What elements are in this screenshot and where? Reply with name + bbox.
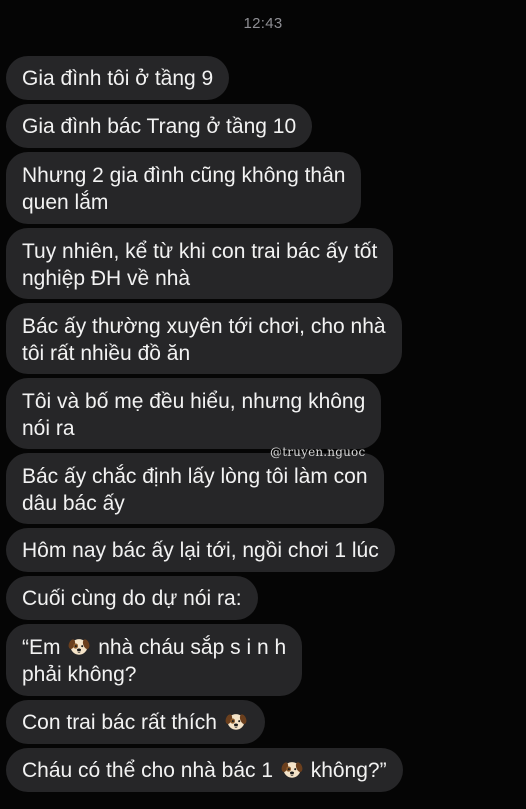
message-timestamp: 12:43 — [243, 15, 283, 32]
message-text: Nhưng 2 gia đình cũng không thân — [22, 164, 346, 187]
message-bubble[interactable]: Tôi và bố mẹ đều hiểu, nhưng không nói r… — [6, 378, 382, 449]
message-text: Bác ấy chắc định lấy lòng tôi làm con — [22, 465, 368, 488]
message-text: Bác ấy thường xuyên tới chơi, cho nhà — [22, 315, 386, 338]
dog-face-icon — [281, 758, 303, 780]
message-text: nói ra — [22, 417, 75, 440]
message-text: quen lắm — [22, 191, 109, 214]
message-text: “Em — [22, 636, 61, 659]
message-bubble[interactable]: Gia đình bác Trang ở tầng 10 — [6, 104, 313, 148]
message-text: Cuối cùng do dự nói ra: — [22, 587, 242, 610]
message-text: Gia đình tôi ở tầng 9 — [22, 67, 214, 90]
message-bubble[interactable]: Tuy nhiên, kể từ khi con trai bác ấy tốt… — [6, 228, 394, 299]
watermark: @truyen.nguoc — [270, 445, 366, 459]
message-bubble[interactable]: “Em nhà cháu sắp s i n h phải không? — [6, 624, 303, 696]
message-text: phải không? — [22, 663, 137, 686]
message-bubble[interactable]: Cháu có thể cho nhà bác 1 không?” — [6, 748, 403, 792]
message-bubble[interactable]: Bác ấy thường xuyên tới chơi, cho nhà tô… — [6, 303, 402, 374]
message-text: Gia đình bác Trang ở tầng 10 — [22, 115, 297, 138]
dog-face-icon — [225, 710, 247, 732]
dog-face-icon — [68, 635, 90, 657]
message-text: Tuy nhiên, kể từ khi con trai bác ấy tốt — [22, 240, 378, 263]
message-bubble[interactable]: Hôm nay bác ấy lại tới, ngồi chơi 1 lúc — [6, 528, 395, 572]
message-bubble[interactable]: Cuối cùng do dự nói ra: — [6, 576, 258, 620]
message-text: Cháu có thể cho nhà bác 1 — [22, 759, 274, 782]
message-text: Con trai bác rất thích — [22, 711, 217, 734]
message-text: dâu bác ấy — [22, 492, 125, 515]
message-text: Tôi và bố mẹ đều hiểu, nhưng không — [22, 390, 366, 413]
message-text: nhà cháu sắp s i n h — [98, 636, 287, 659]
message-bubble[interactable]: Con trai bác rất thích — [6, 700, 265, 744]
message-text: nghiệp ĐH về nhà — [22, 267, 191, 290]
message-bubble[interactable]: Nhưng 2 gia đình cũng không thân quen lắ… — [6, 152, 362, 224]
message-text: tôi rất nhiều đồ ăn — [22, 342, 191, 365]
message-bubble[interactable]: Gia đình tôi ở tầng 9 — [6, 56, 230, 100]
message-bubble[interactable]: Bác ấy chắc định lấy lòng tôi làm con dâ… — [6, 453, 384, 524]
message-text: Hôm nay bác ấy lại tới, ngồi chơi 1 lúc — [22, 539, 379, 562]
message-line: “Em nhà cháu sắp s i n h — [22, 634, 286, 661]
message-text: không?” — [310, 759, 387, 782]
